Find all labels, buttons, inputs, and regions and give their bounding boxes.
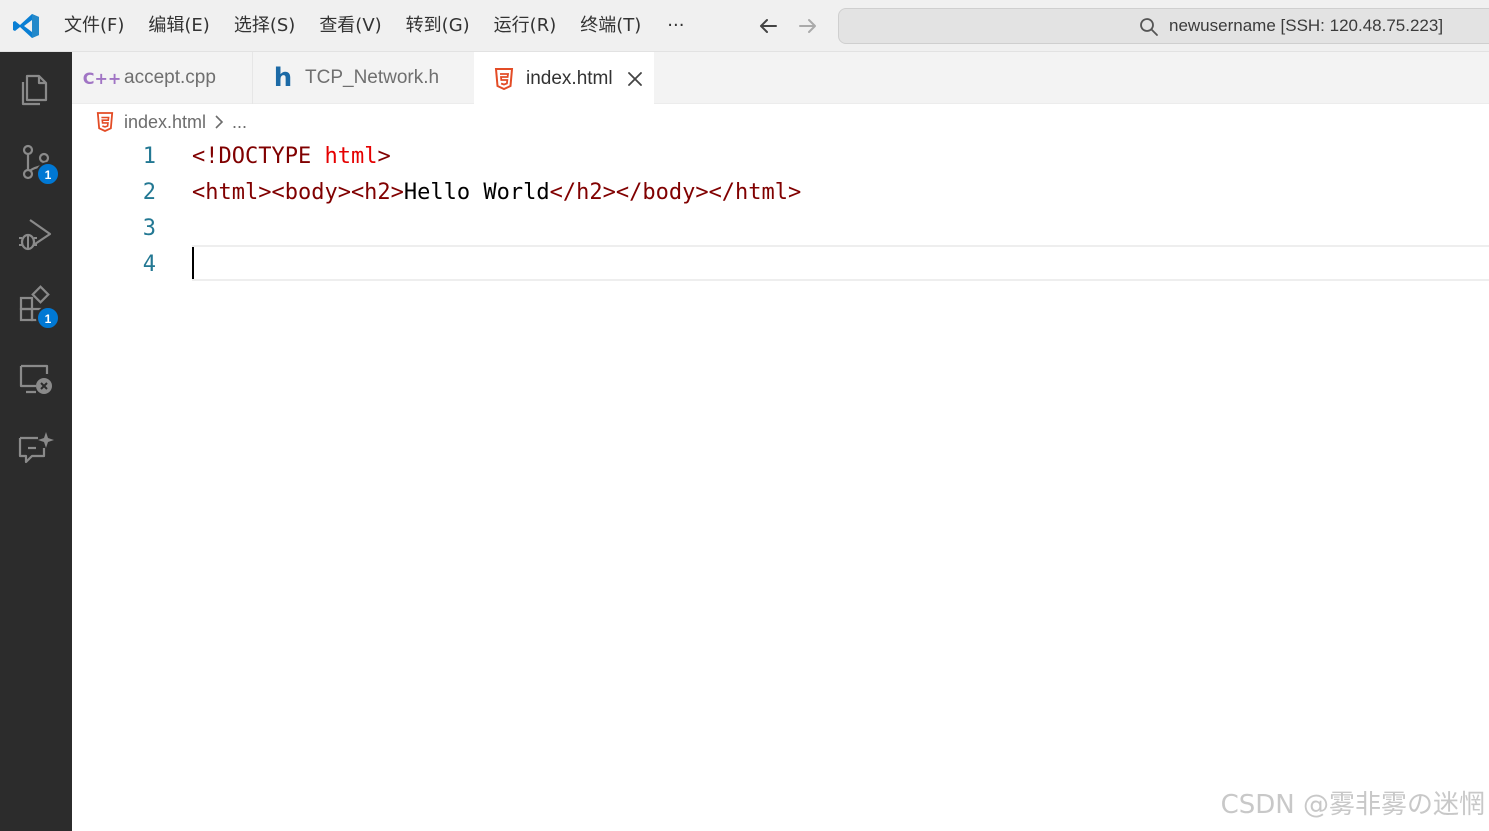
html5-icon xyxy=(490,67,518,90)
menu-item[interactable]: 终端(T) xyxy=(568,0,653,52)
breadcrumb: index.html ... xyxy=(96,106,247,138)
line-number: 2 xyxy=(142,180,156,205)
code-token: <html><body><h2> xyxy=(192,180,404,205)
activity-bar: 1 1 xyxy=(0,52,72,831)
code-line[interactable]: 3 xyxy=(72,211,1489,247)
cpp-file-icon: C++ xyxy=(82,68,122,88)
tab-accept-cpp[interactable]: C++ accept.cpp xyxy=(72,52,252,104)
code-line[interactable]: 4 xyxy=(72,247,1489,283)
code-token: <!DOCTYPE xyxy=(192,144,325,169)
extensions-badge: 1 xyxy=(36,306,60,330)
title-bar: 文件(F) 编辑(E) 选择(S) 查看(V) 转到(G) 运行(R) 终端(T) ··· n… xyxy=(0,0,1489,52)
tab-index-html[interactable]: index.html xyxy=(474,52,654,105)
code-text: <html><body><h2>Hello World</h2></body><… xyxy=(192,175,801,211)
remote-explorer-icon[interactable] xyxy=(14,356,58,400)
menu-item[interactable]: 编辑(E) xyxy=(136,0,221,52)
menu-item[interactable]: 选择(S) xyxy=(222,0,307,52)
tab-label: index.html xyxy=(526,67,613,89)
menu-bar: 文件(F) 编辑(E) 选择(S) 查看(V) 转到(G) 运行(R) 终端(T) ··· xyxy=(52,0,698,52)
breadcrumb-file[interactable]: index.html xyxy=(124,112,206,133)
line-number: 1 xyxy=(142,144,156,169)
more-menu-icon[interactable]: ··· xyxy=(653,0,698,52)
run-debug-icon[interactable] xyxy=(14,212,58,256)
line-number: 3 xyxy=(142,216,156,241)
menu-item[interactable]: 文件(F) xyxy=(52,0,136,52)
explorer-icon[interactable] xyxy=(14,68,58,112)
source-control-badge: 1 xyxy=(36,162,60,186)
tab-label: TCP_Network.h xyxy=(305,67,440,88)
menu-item[interactable]: 运行(R) xyxy=(482,0,569,52)
vscode-logo-icon[interactable] xyxy=(12,12,40,40)
code-token: Hello World xyxy=(403,180,550,205)
chat-icon[interactable] xyxy=(14,428,58,472)
command-center-search[interactable]: newusername [SSH: 120.48.75.223] xyxy=(838,8,1489,44)
breadcrumb-more[interactable]: ... xyxy=(232,112,247,133)
code-token: </h2></body></html> xyxy=(549,180,802,205)
code-token: html xyxy=(324,144,378,169)
menu-item[interactable]: 查看(V) xyxy=(307,0,393,52)
watermark: CSDN @雾非雾の迷惘 xyxy=(1220,790,1485,820)
code-editor[interactable]: 1 <!DOCTYPE html> 2 <html><body><h2>Hello W… xyxy=(72,139,1489,831)
menu-item[interactable]: 转到(G) xyxy=(394,0,482,52)
forward-arrow-icon[interactable] xyxy=(796,14,820,38)
code-line[interactable]: 1 <!DOCTYPE html> xyxy=(72,139,1489,175)
extensions-icon[interactable]: 1 xyxy=(14,284,60,330)
code-token: > xyxy=(377,144,391,169)
header-file-icon: h xyxy=(273,63,293,93)
search-icon xyxy=(1140,18,1158,36)
tab-tcp-network-h[interactable]: h TCP_Network.h xyxy=(252,52,474,104)
back-arrow-icon[interactable] xyxy=(756,14,780,38)
code-line[interactable]: 2 <html><body><h2>Hello World</h2></body>… xyxy=(72,175,1489,211)
close-icon[interactable] xyxy=(627,71,643,87)
tab-label: accept.cpp xyxy=(124,67,216,88)
source-control-icon[interactable]: 1 xyxy=(14,140,60,186)
chevron-right-icon xyxy=(214,114,224,130)
line-number: 4 xyxy=(142,252,156,277)
editor-tab-bar: C++ accept.cpp h TCP_Network.h index.htm… xyxy=(72,52,1489,105)
command-center-text: newusername [SSH: 120.48.75.223] xyxy=(1169,16,1444,35)
code-text: <!DOCTYPE html> xyxy=(192,139,391,175)
html5-icon xyxy=(96,112,114,132)
